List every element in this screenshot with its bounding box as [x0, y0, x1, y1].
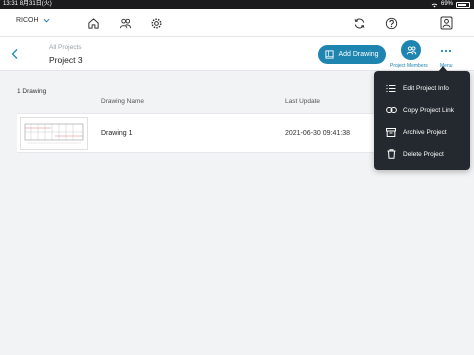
menu-item-label: Archive Project: [403, 128, 447, 136]
menu-item-copy-project-link[interactable]: Copy Project Link: [374, 99, 470, 121]
drawing-name: Drawing 1: [101, 130, 133, 137]
account-icon: [440, 16, 452, 30]
sync-button[interactable]: [350, 14, 368, 32]
column-header-last-update[interactable]: Last Update: [285, 98, 320, 105]
menu-item-archive-project[interactable]: Archive Project: [374, 121, 470, 143]
drawing-count: 1 Drawing: [17, 88, 47, 95]
back-button[interactable]: [9, 47, 21, 61]
menu-button[interactable]: [439, 48, 453, 54]
wifi-icon: [431, 3, 438, 7]
link-icon: [385, 104, 397, 116]
chevron-down-icon: [43, 18, 50, 23]
status-time: 13:31: [3, 1, 19, 7]
column-header-drawing-name[interactable]: Drawing Name: [101, 98, 144, 105]
menu-item-edit-project-info[interactable]: Edit Project Info: [374, 77, 470, 99]
more-horizontal-icon: [440, 49, 452, 53]
project-menu-dropdown: Edit Project Info Copy Project Link Arch…: [374, 71, 470, 170]
list-icon: [385, 82, 397, 94]
status-right: 69%: [431, 0, 470, 9]
add-drawing-button[interactable]: Add Drawing: [318, 45, 386, 64]
add-drawing-label: Add Drawing: [338, 51, 379, 58]
top-navigation-bar: RICOH: [0, 9, 474, 37]
brand-selector[interactable]: RICOH: [16, 17, 50, 24]
project-header: All Projects Project 3 Add Drawing Proje…: [0, 37, 474, 71]
help-icon: [385, 17, 397, 29]
project-members-button[interactable]: [401, 40, 421, 60]
breadcrumb[interactable]: All Projects: [49, 44, 82, 51]
status-time-date: 13:31 8月31日(火): [3, 0, 52, 9]
drawing-last-update: 2021-06-30 09:41:38: [285, 130, 350, 137]
page-title: Project 3: [49, 55, 83, 65]
status-bar: 13:31 8月31日(火) 69%: [0, 0, 474, 9]
trash-icon: [385, 148, 397, 160]
home-button[interactable]: [84, 14, 102, 32]
status-date: 8月31日(火): [19, 1, 52, 7]
sync-icon: [354, 18, 364, 28]
home-icon: [87, 17, 99, 29]
people-icon: [406, 45, 416, 55]
users-button[interactable]: [116, 14, 134, 32]
menu-item-label: Edit Project Info: [403, 84, 449, 92]
people-icon: [119, 18, 131, 28]
table-row[interactable]: Drawing 1 2021-06-30 09:41:38: [17, 113, 377, 153]
drawing-thumbnail: [20, 117, 88, 150]
floorplan-image: [24, 123, 84, 144]
chevron-left-icon: [11, 49, 18, 59]
archive-icon: [385, 126, 397, 138]
account-button[interactable]: [437, 14, 455, 32]
battery-percent: 69%: [440, 1, 453, 7]
project-members-label: Project Members: [390, 63, 428, 69]
battery-icon: [456, 2, 470, 8]
drawing-icon: [325, 50, 335, 59]
brand-label: RICOH: [16, 17, 39, 24]
settings-button[interactable]: [147, 14, 165, 32]
menu-item-label: Copy Project Link: [403, 106, 454, 114]
gear-icon: [150, 17, 162, 29]
help-button[interactable]: [382, 14, 400, 32]
menu-item-delete-project[interactable]: Delete Project: [374, 143, 470, 165]
menu-item-label: Delete Project: [403, 150, 444, 158]
